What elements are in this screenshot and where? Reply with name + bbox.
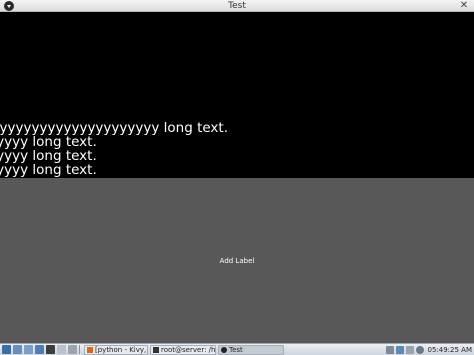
taskbar-separator [79, 345, 80, 354]
task-label: Test [229, 345, 243, 354]
workspace-2-icon[interactable] [68, 345, 77, 354]
window-titlebar[interactable]: Test ✕ [0, 0, 474, 12]
system-tray: 05:49:25 AM [384, 345, 474, 354]
long-text-label: A veryyyyyyyyyyyyyyyyyyyy long text. yyy… [0, 121, 228, 177]
network-icon[interactable] [395, 345, 404, 354]
close-icon[interactable]: ✕ [458, 0, 470, 12]
volume-icon[interactable] [385, 345, 394, 354]
text-line: yyyyyyyy long text. [0, 134, 97, 150]
workspace-1-icon[interactable] [57, 345, 66, 354]
file-manager-icon[interactable] [24, 345, 33, 354]
task-label: root@server: /h... [161, 345, 216, 354]
text-line: yyyyyyyy long text. [0, 162, 97, 178]
start-menu-icon[interactable] [2, 345, 11, 354]
kivy-window-content: A veryyyyyyyyyyyyyyyyyyyy long text. yyy… [0, 13, 474, 343]
browser-icon [87, 346, 93, 353]
clock-icon [415, 345, 424, 354]
window-title: Test [228, 1, 246, 11]
battery-icon[interactable] [405, 345, 414, 354]
browser-launcher-icon[interactable] [35, 345, 44, 354]
text-line: yyyyyyyy long text. [0, 148, 97, 164]
task-button-terminal[interactable]: root@server: /h... [150, 344, 216, 355]
taskbar: [python - Kivy, I... root@server: /h... … [0, 343, 474, 355]
terminal-launcher-icon[interactable] [46, 345, 55, 354]
taskbar-clock[interactable]: 05:49:25 AM [428, 346, 473, 354]
add-label-button[interactable]: Add Label [0, 178, 474, 343]
kivy-app-icon [221, 346, 227, 353]
task-button-browser[interactable]: [python - Kivy, I... [84, 344, 148, 355]
task-label: [python - Kivy, I... [95, 345, 147, 354]
text-line: A veryyyyyyyyyyyyyyyyyyyy long text. [0, 120, 228, 136]
task-button-test[interactable]: Test [218, 344, 284, 355]
terminal-icon [153, 346, 159, 353]
desktop-icon[interactable] [13, 345, 22, 354]
